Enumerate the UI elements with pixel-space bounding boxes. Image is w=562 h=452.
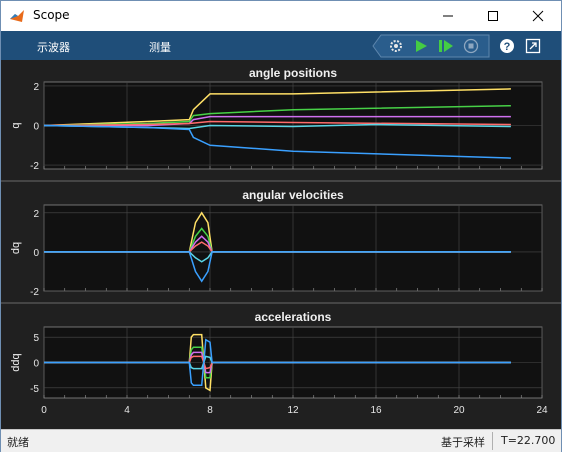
x-tick-label: 16 (370, 405, 382, 416)
run-button[interactable] (411, 36, 431, 56)
status-bar: 就绪 基于采样 T=22.700 (1, 429, 561, 452)
y-tick-label: 2 (33, 82, 39, 93)
status-ready: 就绪 (7, 436, 29, 449)
maximize-icon (488, 11, 498, 21)
close-button[interactable] (515, 1, 561, 31)
settings-button[interactable] (386, 36, 406, 56)
y-axis-label: ddq (10, 353, 22, 371)
title-bar[interactable]: Scope (1, 1, 561, 31)
x-tick-label: 20 (453, 405, 465, 416)
x-tick-label: 8 (207, 405, 213, 416)
panel-title: accelerations (255, 310, 332, 324)
tab-oscilloscope[interactable]: 示波器 (37, 39, 70, 55)
stop-button[interactable] (461, 36, 481, 56)
y-tick-label: -2 (30, 287, 39, 298)
scope-window: Scope 示波器 测量 ? -2 0 2 angle positions q … (0, 0, 562, 452)
undock-icon (525, 38, 541, 54)
help-button[interactable]: ? (497, 36, 517, 56)
x-tick-label: 0 (41, 405, 47, 416)
x-tick-label: 4 (124, 405, 130, 416)
y-tick-label: -2 (30, 161, 39, 172)
stop-icon (463, 38, 479, 54)
maximize-button[interactable] (470, 1, 516, 31)
y-tick-label: 5 (33, 333, 39, 344)
window-title: Scope (33, 8, 70, 22)
undock-button[interactable] (523, 36, 543, 56)
panel-title: angular velocities (242, 188, 344, 202)
y-tick-label: 0 (33, 248, 39, 259)
y-tick-label: 2 (33, 209, 39, 220)
help-icon: ? (500, 39, 514, 53)
status-divider (492, 432, 493, 450)
y-axis-label: dq (10, 242, 22, 254)
close-icon (532, 10, 544, 22)
x-tick-label: 12 (287, 405, 299, 416)
toolbar: 示波器 测量 ? (1, 31, 561, 60)
y-tick-label: 0 (33, 122, 39, 133)
tab-measurements[interactable]: 测量 (149, 39, 171, 55)
status-sampling-mode: 基于采样 (441, 436, 485, 449)
status-sim-time: T=22.700 (501, 434, 556, 447)
step-forward-button[interactable] (436, 36, 456, 56)
svg-text:?: ? (504, 41, 511, 53)
step-forward-icon (439, 40, 453, 52)
y-axis-label: q (10, 122, 22, 128)
matlab-logo-icon (10, 10, 24, 22)
minimize-button[interactable] (425, 1, 471, 31)
y-tick-label: -5 (30, 384, 39, 395)
panel-title: angle positions (249, 66, 337, 80)
settings-gear-icon (390, 40, 402, 52)
run-icon (416, 40, 427, 52)
y-tick-label: 0 (33, 359, 39, 370)
minimize-icon (443, 15, 453, 17)
x-tick-label: 24 (536, 405, 548, 416)
scope-plots[interactable]: -2 0 2 angle positions q -2 0 2 angular velociti… (1, 60, 561, 429)
scope-plot-area[interactable]: -2 0 2 angle positions q -2 0 2 angular velociti… (1, 60, 561, 429)
